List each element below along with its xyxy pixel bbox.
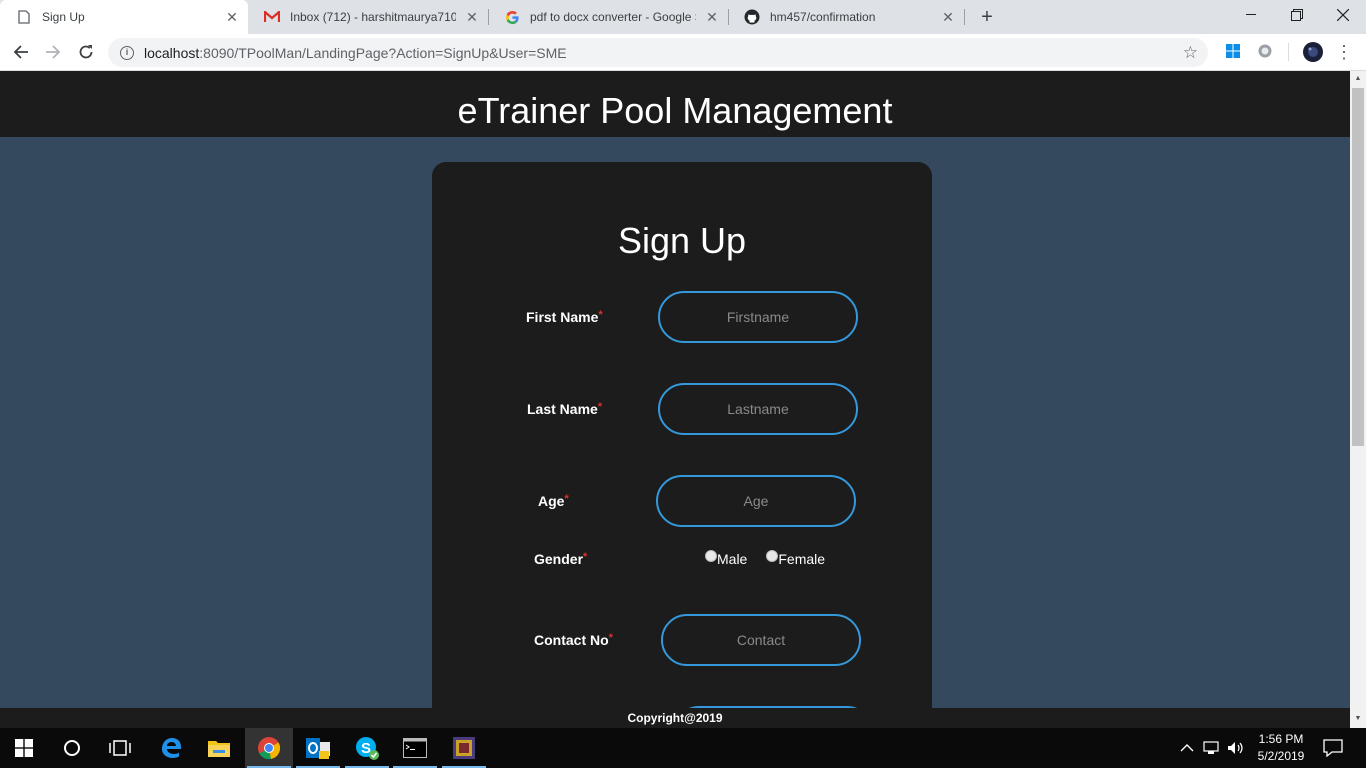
menu-kebab-icon[interactable]: ⋮ (1330, 38, 1358, 66)
skype-icon[interactable]: S (343, 728, 391, 768)
command-prompt-icon[interactable] (391, 728, 439, 768)
clock-time: 1:56 PM (1258, 732, 1304, 746)
system-clock[interactable]: 1:56 PM 5/2/2019 (1248, 731, 1314, 765)
address-bar[interactable]: i localhost:8090/TPoolMan/LandingPage?Ac… (108, 38, 1208, 67)
gender-radio-group: Male Female (705, 550, 825, 567)
network-icon[interactable] (1203, 728, 1221, 768)
gender-male-label[interactable]: Male (717, 551, 747, 567)
required-marker: * (583, 551, 588, 563)
gender-female-label[interactable]: Female (778, 551, 825, 567)
tab-github[interactable]: hm457/confirmation ✕ (728, 0, 964, 34)
clock-date: 5/2/2019 (1257, 749, 1305, 763)
tab-sign-up[interactable]: Sign Up ✕ (0, 0, 248, 34)
required-marker: * (598, 309, 603, 321)
last-name-label: Last Name* (527, 401, 603, 417)
page-scrollbar[interactable]: ▲ ▼ (1350, 71, 1366, 728)
scroll-up-icon[interactable]: ▲ (1350, 72, 1366, 86)
tab-title: pdf to docx converter - Google S (530, 10, 696, 24)
task-view-icon[interactable] (96, 728, 144, 768)
reload-icon[interactable] (72, 38, 100, 66)
age-label: Age* (538, 493, 569, 509)
windows-taskbar: S 1:56 PM 5/2/2019 (0, 728, 1366, 768)
document-icon (16, 9, 32, 25)
cortana-search-icon[interactable] (48, 728, 96, 768)
tab-google[interactable]: pdf to docx converter - Google S ✕ (488, 0, 728, 34)
scroll-thumb[interactable] (1352, 88, 1364, 446)
extension-icon[interactable] (1257, 43, 1275, 61)
scroll-down-icon[interactable]: ▼ (1350, 712, 1366, 726)
google-icon (504, 9, 520, 25)
tab-title: hm457/confirmation (770, 10, 876, 24)
gmail-icon (264, 9, 280, 25)
form-title: Sign Up (617, 220, 747, 261)
chrome-taskbar-icon[interactable] (245, 728, 293, 768)
browser-toolbar: i localhost:8090/TPoolMan/LandingPage?Ac… (0, 34, 1366, 71)
windows-extension-icon[interactable] (1225, 43, 1243, 61)
close-tab-icon[interactable]: ✕ (224, 9, 240, 25)
notifications-icon[interactable] (1323, 728, 1343, 768)
page-viewport: eTrainer Pool Management Sign Up First N… (0, 71, 1350, 728)
tab-gmail[interactable]: Inbox (712) - harshitmaurya710@ ✕ (248, 0, 488, 34)
bookmark-star-icon[interactable]: ☆ (1183, 43, 1198, 63)
edge-browser-icon[interactable] (147, 728, 195, 768)
close-tab-icon[interactable]: ✕ (940, 9, 956, 25)
tab-separator (964, 9, 965, 25)
site-header: eTrainer Pool Management (0, 71, 1350, 137)
forward-icon[interactable] (39, 38, 67, 66)
tab-title: Sign Up (42, 10, 85, 24)
start-windows-icon[interactable] (0, 728, 48, 768)
app-taskbar-icon[interactable] (440, 728, 488, 768)
gender-label: Gender* (534, 551, 588, 567)
required-marker: * (608, 632, 613, 644)
profile-avatar[interactable] (1302, 41, 1324, 63)
gender-male-radio[interactable] (705, 550, 717, 562)
required-marker: * (597, 401, 603, 413)
back-icon[interactable] (7, 38, 35, 66)
gender-female-radio[interactable] (766, 550, 779, 562)
site-footer: Copyright@2019 (0, 708, 1350, 728)
signup-card: Sign Up First Name* Last Name* Age* Gend… (432, 162, 932, 728)
first-name-input[interactable] (658, 291, 858, 343)
restore-icon[interactable] (1274, 0, 1320, 30)
close-tab-icon[interactable]: ✕ (704, 9, 720, 25)
volume-icon[interactable] (1227, 728, 1245, 768)
tab-title: Inbox (712) - harshitmaurya710@ (290, 10, 456, 24)
required-marker: * (564, 493, 569, 505)
first-name-label: First Name* (526, 309, 603, 325)
close-tab-icon[interactable]: ✕ (464, 9, 480, 25)
github-icon (744, 9, 760, 25)
tab-strip: Sign Up ✕ Inbox (712) - harshitmaurya710… (0, 0, 1366, 34)
outlook-icon[interactable] (294, 728, 342, 768)
file-explorer-icon[interactable] (195, 728, 243, 768)
tray-chevron-icon[interactable] (1180, 728, 1194, 768)
minimize-icon[interactable] (1228, 0, 1274, 30)
last-name-input[interactable] (658, 383, 858, 435)
toolbar-separator (1288, 43, 1289, 61)
age-input[interactable] (656, 475, 856, 527)
close-window-icon[interactable] (1320, 0, 1366, 30)
contact-no-label: Contact No* (534, 632, 613, 648)
contact-input[interactable] (661, 614, 861, 666)
url-text: localhost:8090/TPoolMan/LandingPage?Acti… (144, 44, 567, 61)
new-tab-button[interactable]: + (977, 7, 997, 27)
site-title: eTrainer Pool Management (457, 90, 893, 131)
info-icon[interactable]: i (120, 45, 134, 60)
